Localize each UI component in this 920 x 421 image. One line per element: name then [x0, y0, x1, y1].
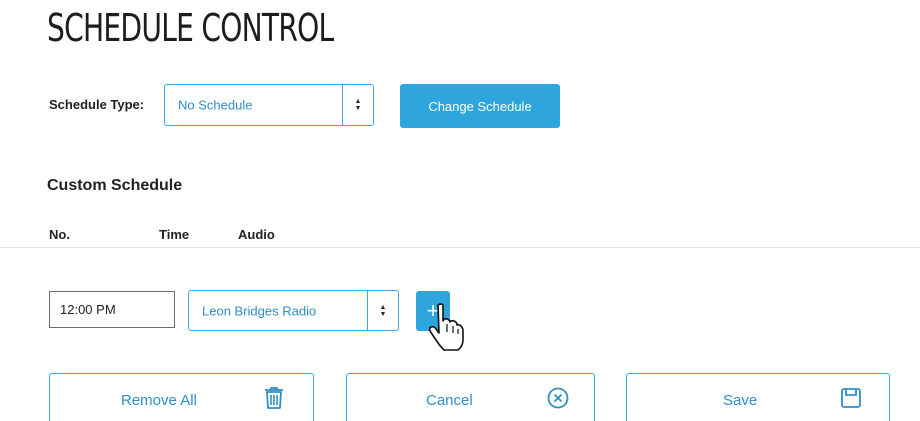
schedule-type-select[interactable]: No Schedule ▲ ▼ — [164, 84, 374, 126]
audio-select-value: Leon Bridges Radio — [202, 303, 317, 318]
schedule-type-row: Schedule Type: No Schedule ▲ ▼ Change Sch… — [49, 84, 569, 128]
remove-all-label: Remove All — [121, 392, 197, 409]
header-divider — [0, 247, 920, 248]
schedule-control-page: SCHEDULE CONTROL Schedule Type: No Sched… — [0, 0, 920, 421]
save-label: Save — [723, 392, 758, 409]
cancel-label: Cancel — [426, 392, 473, 409]
column-header-time: Time — [159, 227, 190, 242]
schedule-type-value: No Schedule — [178, 97, 253, 113]
select-caret-icon: ▲ ▼ — [342, 85, 373, 125]
column-header-audio: Audio — [238, 227, 275, 242]
select-caret-icon: ▲ ▼ — [367, 291, 398, 330]
close-circle-icon — [547, 387, 569, 409]
save-disk-icon — [841, 388, 861, 408]
cancel-button[interactable]: Cancel — [346, 373, 595, 421]
audio-select[interactable]: Leon Bridges Radio ▲ ▼ — [188, 290, 399, 331]
save-button[interactable]: Save — [626, 373, 890, 421]
time-input[interactable] — [49, 291, 175, 328]
custom-schedule-title: Custom Schedule — [47, 177, 183, 194]
hand-cursor-icon — [428, 303, 464, 351]
schedule-type-label: Schedule Type: — [49, 97, 145, 112]
page-title: SCHEDULE CONTROL — [47, 6, 334, 50]
trash-icon — [265, 387, 283, 409]
column-header-no: No. — [49, 227, 70, 242]
change-schedule-button[interactable]: Change Schedule — [400, 84, 560, 128]
remove-all-button[interactable]: Remove All — [49, 373, 314, 421]
